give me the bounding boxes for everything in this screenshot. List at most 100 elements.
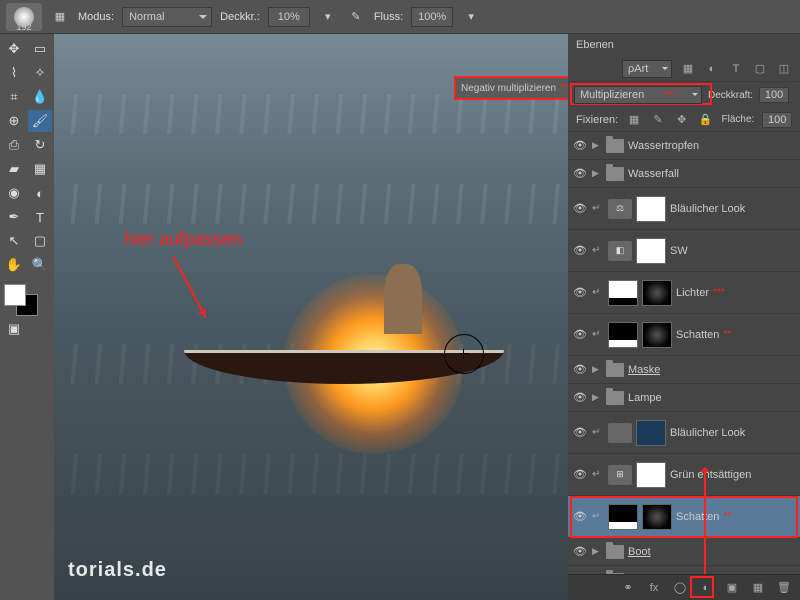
chevron-icon[interactable]: ▶ (592, 168, 602, 179)
layer-filter-kind[interactable]: ρ Art (622, 60, 672, 78)
visibility-icon[interactable]: 👁 (572, 167, 588, 180)
clip-icon: ↵ (592, 511, 604, 522)
layer-row[interactable]: 👁▶Boot (568, 538, 800, 566)
eyedropper-tool[interactable]: 💧 (28, 86, 52, 108)
visibility-icon[interactable]: 👁 (572, 328, 588, 341)
canvas[interactable]: hier aufpassen Negativ multiplizieren **… (54, 34, 568, 600)
lock-pixels-icon[interactable]: ▦ (626, 112, 642, 128)
shape-tool[interactable]: ▢ (28, 230, 52, 252)
stars-annotation: ** (723, 511, 731, 522)
dodge-tool[interactable]: ◐ (28, 182, 52, 204)
path-tool[interactable]: ↖ (2, 230, 26, 252)
opacity-arrow-icon[interactable]: ▾ (318, 7, 338, 27)
wand-tool[interactable]: ✧ (28, 62, 52, 84)
group-icon[interactable]: ▣ (724, 580, 740, 596)
curves-thumb[interactable] (608, 322, 638, 348)
blend-mode-dropdown[interactable]: Normal (122, 7, 212, 27)
mask-thumb[interactable] (642, 280, 672, 306)
layer-row[interactable]: 👁↵⊞Grün entsättigen (568, 454, 800, 496)
mask-thumb[interactable] (636, 238, 666, 264)
clip-icon: ↵ (592, 469, 604, 480)
mask-thumb[interactable] (636, 196, 666, 222)
visibility-icon[interactable]: 👁 (572, 391, 588, 404)
opacity-value[interactable]: 10% (268, 7, 310, 27)
gradient-tool[interactable]: ▦ (28, 158, 52, 180)
layer-fx-icon[interactable]: fx (646, 580, 662, 596)
hand-tool[interactable]: ✋ (2, 254, 26, 276)
layer-mask-icon[interactable]: ◯ (672, 580, 688, 596)
lock-paint-icon[interactable]: ✎ (650, 112, 666, 128)
visibility-icon[interactable]: 👁 (572, 286, 588, 299)
panel-tab[interactable]: Ebenen (568, 34, 800, 56)
layer-row[interactable]: 👁 ▶ Wasserfall (568, 160, 800, 188)
layer-name: Wasserfall (628, 168, 679, 180)
brush-tool[interactable]: 🖌 (28, 110, 52, 132)
chevron-icon[interactable]: ▶ (592, 546, 602, 557)
layer-row[interactable]: 👁▶Maske (568, 356, 800, 384)
lock-move-icon[interactable]: ✥ (674, 112, 690, 128)
filter-image-icon[interactable]: ▦ (680, 61, 696, 77)
layer-row[interactable]: 👁↵Lichter*** (568, 272, 800, 314)
layer-opacity-label: Deckkraft: (708, 90, 753, 101)
chevron-icon[interactable]: ▶ (592, 392, 602, 403)
chevron-icon[interactable]: ▶ (592, 140, 602, 151)
options-bar: 192 ▦ Modus: Normal Deckkr.: 10% ▾ ✎ Flu… (0, 0, 800, 34)
visibility-icon[interactable]: 👁 (572, 244, 588, 257)
layer-row[interactable]: 👁▶Lampe (568, 384, 800, 412)
mask-thumb[interactable] (642, 504, 672, 530)
mask-thumb[interactable] (636, 420, 666, 446)
mask-thumb[interactable] (642, 322, 672, 348)
layer-opacity-value[interactable]: 100 (759, 87, 789, 103)
layer-row[interactable]: 👁▶Wasseroberfläche (568, 566, 800, 574)
eraser-tool[interactable]: ▰ (2, 158, 26, 180)
quickmask-tool[interactable]: ▣ (2, 318, 26, 340)
mask-thumb[interactable] (636, 462, 666, 488)
flow-arrow-icon[interactable]: ▾ (461, 7, 481, 27)
visibility-icon[interactable]: 👁 (572, 545, 588, 558)
layer-row[interactable]: 👁↵Bläulicher Look (568, 412, 800, 454)
pressure-opacity-icon[interactable]: ✎ (346, 7, 366, 27)
visibility-icon[interactable]: 👁 (572, 202, 588, 215)
brush-panel-toggle[interactable]: ▦ (50, 7, 70, 27)
filter-adjust-icon[interactable]: ◐ (704, 61, 720, 77)
stars-annotation: *** (713, 287, 725, 298)
visibility-icon[interactable]: 👁 (572, 139, 588, 152)
heal-tool[interactable]: ⊕ (2, 110, 26, 132)
marquee-tool[interactable]: ▭ (28, 38, 52, 60)
color-swatches[interactable] (2, 282, 52, 316)
fill-value[interactable]: 100 (762, 112, 792, 128)
filter-smart-icon[interactable]: ◫ (776, 61, 792, 77)
move-tool[interactable]: ✥ (2, 38, 26, 60)
flow-value[interactable]: 100% (411, 7, 453, 27)
curves-thumb[interactable] (608, 504, 638, 530)
layer-row[interactable]: 👁↵Schatten** (568, 314, 800, 356)
visibility-icon[interactable]: 👁 (572, 468, 588, 481)
type-tool[interactable]: T (28, 206, 52, 228)
stamp-tool[interactable]: ⎙ (2, 134, 26, 156)
layer-row[interactable]: 👁↵Schatten** (568, 496, 800, 538)
zoom-tool[interactable]: 🔍 (28, 254, 52, 276)
filter-shape-icon[interactable]: ▢ (752, 61, 768, 77)
history-brush-tool[interactable]: ↻ (28, 134, 52, 156)
link-layers-icon[interactable]: ⚭ (620, 580, 636, 596)
layer-row[interactable]: 👁↵◧SW (568, 230, 800, 272)
chevron-icon[interactable]: ▶ (592, 364, 602, 375)
layer-blend-dropdown[interactable]: Multiplizieren *** (574, 86, 702, 104)
new-layer-icon[interactable]: ▦ (750, 580, 766, 596)
delete-layer-icon[interactable]: 🗑 (776, 580, 792, 596)
pen-tool[interactable]: ✒ (2, 206, 26, 228)
blur-tool[interactable]: ◉ (2, 182, 26, 204)
crop-tool[interactable]: ⌗ (2, 86, 26, 108)
foreground-color[interactable] (4, 284, 26, 306)
visibility-icon[interactable]: 👁 (572, 510, 588, 523)
curves-thumb[interactable] (608, 280, 638, 306)
brush-preset[interactable]: 192 (6, 3, 42, 31)
lasso-tool[interactable]: ⌇ (2, 62, 26, 84)
visibility-icon[interactable]: 👁 (572, 426, 588, 439)
layer-row[interactable]: 👁↵⚖Bläulicher Look (568, 188, 800, 230)
visibility-icon[interactable]: 👁 (572, 363, 588, 376)
filter-type-icon[interactable]: T (728, 61, 744, 77)
lock-all-icon[interactable]: 🔒 (698, 112, 714, 128)
layer-row[interactable]: 👁▶Wassertropfen (568, 132, 800, 160)
folder-icon (606, 139, 624, 153)
